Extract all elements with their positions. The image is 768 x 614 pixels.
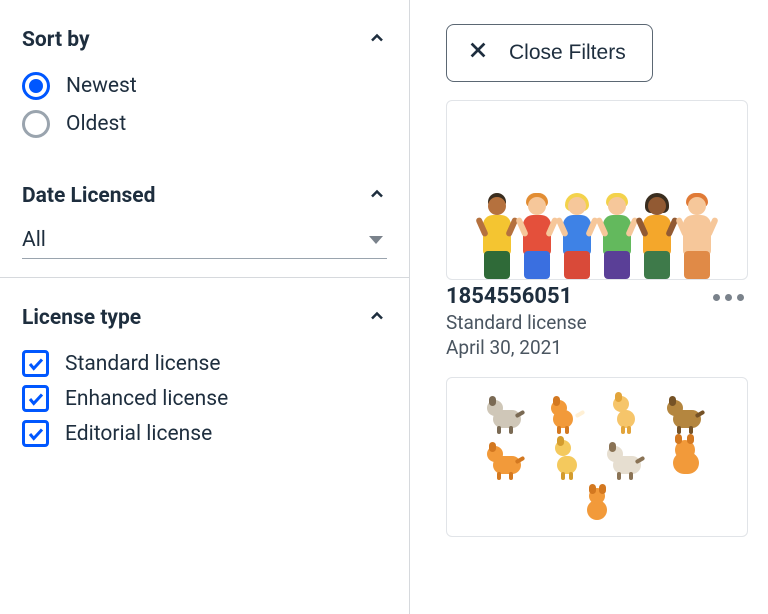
license-type-title: License type — [22, 306, 141, 330]
caret-down-icon — [369, 236, 383, 244]
checkbox-label: Editorial license — [65, 422, 212, 446]
sort-section: Sort by Newest Oldest — [0, 0, 409, 156]
radio-unselected-icon — [22, 110, 50, 138]
sort-title: Sort by — [22, 28, 90, 52]
asset-thumbnail[interactable] — [446, 377, 748, 537]
asset-id: 1854556051 — [446, 284, 587, 309]
filter-sidebar: Sort by Newest Oldest Date Licensed All — [0, 0, 410, 614]
sort-radio-group: Newest Oldest — [22, 72, 387, 138]
dogs-illustration — [447, 378, 747, 534]
asset-date: April 30, 2021 — [446, 336, 587, 359]
license-option-standard[interactable]: Standard license — [22, 350, 387, 377]
asset-license: Standard license — [446, 311, 587, 334]
sort-option-newest[interactable]: Newest — [22, 72, 387, 100]
asset-meta: 1854556051 Standard license April 30, 20… — [446, 284, 748, 359]
license-type-section: License type Standard license Enhanced l… — [0, 277, 409, 465]
asset-thumbnail[interactable] — [446, 100, 748, 280]
asset-meta-text: 1854556051 Standard license April 30, 20… — [446, 284, 587, 359]
sort-header[interactable]: Sort by — [22, 28, 387, 52]
radio-selected-icon — [22, 72, 50, 100]
date-licensed-title: Date Licensed — [22, 184, 155, 208]
dropdown-value: All — [22, 228, 46, 252]
close-filters-button[interactable]: Close Filters — [446, 24, 653, 82]
license-option-editorial[interactable]: Editorial license — [22, 420, 387, 447]
date-licensed-dropdown[interactable]: All — [22, 228, 387, 259]
dot-icon — [725, 294, 732, 301]
dot-icon — [713, 294, 720, 301]
license-option-enhanced[interactable]: Enhanced license — [22, 385, 387, 412]
checkbox-label: Enhanced license — [65, 387, 228, 411]
sort-option-oldest[interactable]: Oldest — [22, 110, 387, 138]
radio-label: Oldest — [66, 112, 126, 136]
chevron-up-icon — [367, 28, 387, 52]
date-licensed-section: Date Licensed All — [0, 156, 409, 277]
people-illustration — [447, 193, 747, 279]
asset-result — [446, 377, 748, 537]
checkbox-checked-icon — [22, 350, 49, 377]
close-filters-label: Close Filters — [509, 41, 626, 65]
close-icon — [467, 39, 489, 67]
asset-result: 1854556051 Standard license April 30, 20… — [446, 100, 748, 359]
more-options-button[interactable] — [709, 284, 748, 311]
radio-label: Newest — [66, 74, 137, 98]
dot-icon — [737, 294, 744, 301]
license-checkbox-group: Standard license Enhanced license Editor… — [22, 350, 387, 447]
date-licensed-header[interactable]: Date Licensed — [22, 184, 387, 208]
results-panel: Close Filters 1854556051 Standard licens… — [410, 0, 768, 614]
license-type-header[interactable]: License type — [22, 306, 387, 330]
chevron-up-icon — [367, 306, 387, 330]
chevron-up-icon — [367, 184, 387, 208]
checkbox-label: Standard license — [65, 352, 221, 376]
checkbox-checked-icon — [22, 385, 49, 412]
checkbox-checked-icon — [22, 420, 49, 447]
